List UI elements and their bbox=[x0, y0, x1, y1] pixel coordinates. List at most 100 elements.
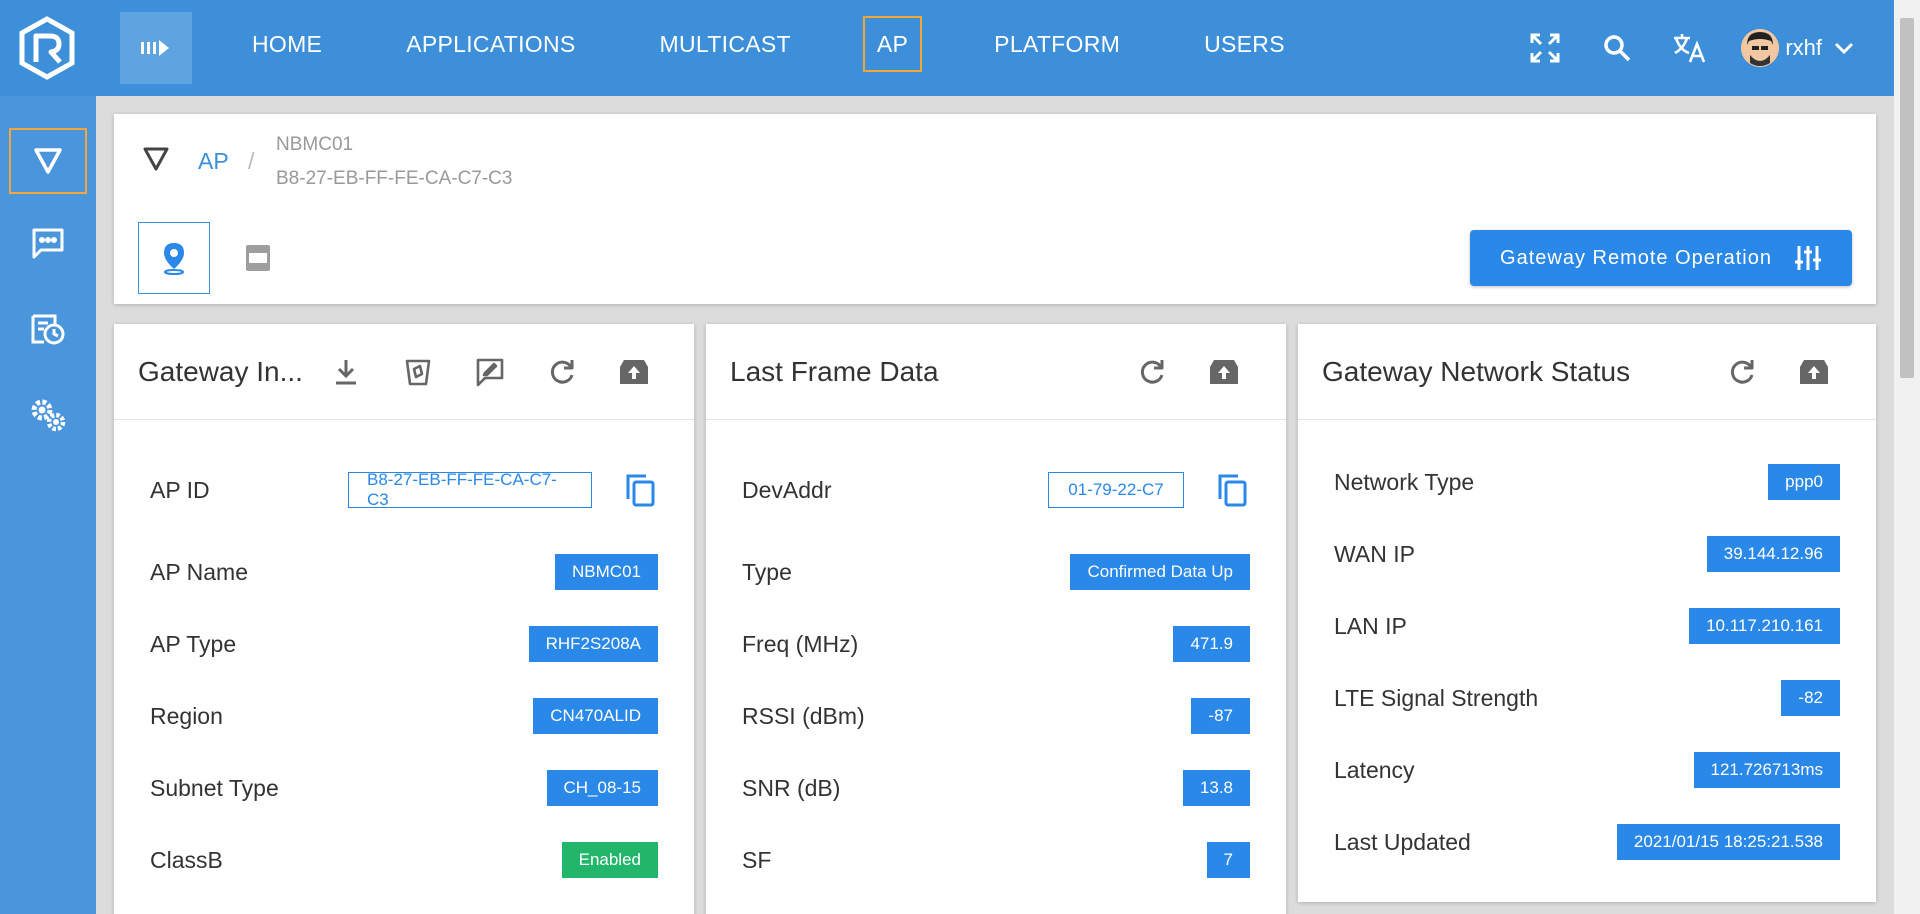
archive-upload-icon[interactable] bbox=[1206, 354, 1242, 390]
sidebar-item-history[interactable] bbox=[9, 296, 87, 362]
logo-icon[interactable] bbox=[18, 16, 76, 80]
rssi-row: RSSI (dBm) -87 bbox=[742, 694, 1250, 738]
freq-row: Freq (MHz) 471.9 bbox=[742, 622, 1250, 666]
region-value: CN470ALID bbox=[533, 698, 658, 734]
chat-icon bbox=[32, 228, 64, 259]
ap-id-row: AP ID B8-27-EB-FF-FE-CA-C7-C3 bbox=[150, 468, 658, 512]
nav-users[interactable]: USERS bbox=[1192, 16, 1297, 72]
region-row: Region CN470ALID bbox=[150, 694, 658, 738]
sidebar bbox=[0, 96, 96, 914]
classb-row: ClassB Enabled bbox=[150, 838, 658, 882]
network-type-row: Network Type ppp0 bbox=[1334, 460, 1840, 504]
page-scrollbar[interactable] bbox=[1894, 0, 1920, 914]
ap-type-label: AP Type bbox=[150, 630, 237, 657]
classb-status-badge: Enabled bbox=[561, 842, 658, 878]
last-frame-header: Last Frame Data bbox=[706, 324, 1286, 420]
frame-type-row: Type Confirmed Data Up bbox=[742, 550, 1250, 594]
location-pin-icon bbox=[164, 243, 184, 275]
tab-frames[interactable] bbox=[222, 222, 294, 294]
sidebar-item-messages[interactable] bbox=[9, 210, 87, 276]
breadcrumb-ap-link[interactable]: AP bbox=[198, 148, 229, 175]
network-status-title: Gateway Network Status bbox=[1322, 356, 1631, 387]
last-updated-row: Last Updated 2021/01/15 18:25:21.538 bbox=[1334, 820, 1840, 864]
gateway-remote-operation-label: Gateway Remote Operation bbox=[1500, 246, 1772, 269]
gateway-info-header: Gateway In... bbox=[114, 324, 694, 420]
refresh-icon[interactable] bbox=[1134, 354, 1170, 390]
last-updated-label: Last Updated bbox=[1334, 828, 1471, 855]
nav-multicast[interactable]: MULTICAST bbox=[648, 16, 803, 72]
breadcrumb-separator: / bbox=[248, 148, 255, 174]
user-menu[interactable]: rxhf bbox=[1741, 29, 1854, 67]
username: rxhf bbox=[1785, 35, 1822, 60]
triangle-filter-icon bbox=[34, 148, 62, 174]
sf-row: SF 7 bbox=[742, 838, 1250, 882]
wan-ip-label: WAN IP bbox=[1334, 540, 1415, 567]
lte-signal-label: LTE Signal Strength bbox=[1334, 684, 1539, 711]
wan-ip-value: 39.144.12.96 bbox=[1706, 536, 1840, 572]
chevron-down-icon bbox=[1834, 42, 1854, 55]
subnet-type-row: Subnet Type CH_08-15 bbox=[150, 766, 658, 810]
snr-label: SNR (dB) bbox=[742, 774, 841, 801]
network-status-header: Gateway Network Status bbox=[1298, 324, 1876, 420]
lte-signal-row: LTE Signal Strength -82 bbox=[1334, 676, 1840, 720]
archive-upload-icon[interactable] bbox=[616, 354, 652, 390]
sidebar-item-ap[interactable] bbox=[9, 128, 87, 194]
edit-comment-icon[interactable] bbox=[472, 354, 508, 390]
ap-name-row: AP Name NBMC01 bbox=[150, 550, 658, 594]
tab-location[interactable] bbox=[138, 222, 210, 294]
nav-home[interactable]: HOME bbox=[240, 16, 334, 72]
main-nav: HOME APPLICATIONS MULTICAST AP PLATFORM … bbox=[240, 16, 1357, 72]
ap-name-label: AP Name bbox=[150, 558, 249, 585]
fullscreen-icon[interactable] bbox=[1527, 30, 1563, 66]
rssi-label: RSSI (dBm) bbox=[742, 702, 865, 729]
network-status-panel: Gateway Network Status Network Type ppp0… bbox=[1298, 324, 1876, 902]
refresh-icon[interactable] bbox=[1724, 354, 1760, 390]
refresh-icon[interactable] bbox=[544, 354, 580, 390]
network-type-label: Network Type bbox=[1334, 468, 1475, 495]
sliders-icon bbox=[1794, 246, 1821, 270]
subnet-type-value: CH_08-15 bbox=[546, 770, 658, 806]
latency-value: 121.726713ms bbox=[1693, 752, 1840, 788]
network-type-value: ppp0 bbox=[1768, 464, 1840, 500]
sf-label: SF bbox=[742, 846, 772, 873]
scrollbar-thumb[interactable] bbox=[1900, 18, 1914, 378]
nav-ap[interactable]: AP bbox=[862, 16, 923, 72]
sidebar-item-settings[interactable] bbox=[9, 382, 87, 448]
snr-value: 13.8 bbox=[1182, 770, 1250, 806]
devaddr-row: DevAddr 01-79-22-C7 bbox=[742, 468, 1250, 512]
frame-type-label: Type bbox=[742, 558, 792, 585]
menu-toggle-button[interactable] bbox=[120, 12, 192, 84]
gateway-info-title: Gateway In... bbox=[138, 356, 303, 387]
top-bar: HOME APPLICATIONS MULTICAST AP PLATFORM … bbox=[0, 0, 1894, 96]
wan-ip-row: WAN IP 39.144.12.96 bbox=[1334, 532, 1840, 576]
snr-row: SNR (dB) 13.8 bbox=[742, 766, 1250, 810]
translate-icon[interactable] bbox=[1671, 30, 1707, 66]
search-icon[interactable] bbox=[1599, 30, 1635, 66]
bucket-clear-icon[interactable] bbox=[400, 354, 436, 390]
nav-platform[interactable]: PLATFORM bbox=[982, 16, 1132, 72]
gateway-remote-operation-button[interactable]: Gateway Remote Operation bbox=[1470, 230, 1852, 286]
lan-ip-label: LAN IP bbox=[1334, 612, 1407, 639]
devaddr-label: DevAddr bbox=[742, 476, 832, 503]
nav-applications[interactable]: APPLICATIONS bbox=[394, 16, 587, 72]
freq-value: 471.9 bbox=[1173, 626, 1250, 662]
breadcrumb-ap-name: NBMC01 bbox=[276, 134, 354, 155]
download-icon[interactable] bbox=[328, 354, 364, 390]
last-updated-value: 2021/01/15 18:25:21.538 bbox=[1616, 824, 1840, 860]
history-icon bbox=[31, 314, 65, 345]
top-actions: rxhf bbox=[1491, 0, 1894, 96]
sf-value: 7 bbox=[1206, 842, 1250, 878]
latency-row: Latency 121.726713ms bbox=[1334, 748, 1840, 792]
subnet-type-label: Subnet Type bbox=[150, 774, 279, 801]
breadcrumb-ap-id: B8-27-EB-FF-FE-CA-C7-C3 bbox=[276, 168, 513, 189]
copy-ap-id-icon[interactable] bbox=[622, 472, 658, 508]
ap-type-row: AP Type RHF2S208A bbox=[150, 622, 658, 666]
ap-id-value: B8-27-EB-FF-FE-CA-C7-C3 bbox=[348, 470, 592, 509]
last-frame-panel: Last Frame Data DevAddr 01-79-22-C7 Type… bbox=[706, 324, 1286, 914]
lan-ip-value: 10.117.210.161 bbox=[1689, 608, 1840, 644]
ap-type-value: RHF2S208A bbox=[528, 626, 658, 662]
archive-upload-icon[interactable] bbox=[1796, 354, 1832, 390]
lte-signal-value: -82 bbox=[1781, 680, 1840, 716]
copy-devaddr-icon[interactable] bbox=[1214, 472, 1250, 508]
freq-label: Freq (MHz) bbox=[742, 630, 859, 657]
